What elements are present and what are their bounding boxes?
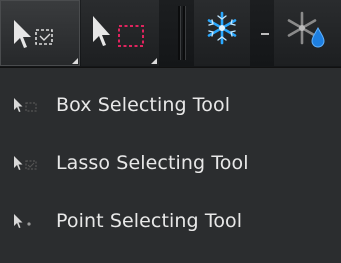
more-options-corner (72, 58, 78, 64)
more-options-corner (151, 58, 157, 64)
snowflake-icon (207, 11, 237, 45)
selection-tool-menu: Box Selecting Tool Lasso Selecting Tool … (0, 67, 341, 263)
toolbar (0, 0, 341, 67)
menu-item-point-select[interactable]: Point Selecting Tool (0, 192, 341, 250)
toolbar-separator (183, 6, 185, 60)
menu-item-label: Point Selecting Tool (56, 210, 243, 232)
box-select-tool-button[interactable] (81, 0, 159, 66)
menu-item-box-select[interactable]: Box Selecting Tool (0, 76, 341, 134)
lasso-select-small-icon (14, 156, 37, 170)
chevron-down-icon[interactable] (258, 27, 272, 41)
lasso-select-icon (14, 20, 53, 48)
unfreeze-button[interactable] (274, 0, 341, 66)
freeze-button[interactable] (194, 0, 250, 66)
toolbar-separator (178, 6, 180, 60)
point-select-small-icon (14, 214, 31, 228)
menu-item-label: Box Selecting Tool (56, 94, 231, 116)
freeze-drop-icon (287, 11, 325, 48)
lasso-select-tool-button[interactable] (0, 0, 80, 66)
menu-item-lasso-select[interactable]: Lasso Selecting Tool (0, 134, 341, 192)
menu-item-label: Lasso Selecting Tool (56, 152, 249, 174)
box-select-icon (93, 16, 144, 47)
box-select-small-icon (14, 98, 37, 112)
